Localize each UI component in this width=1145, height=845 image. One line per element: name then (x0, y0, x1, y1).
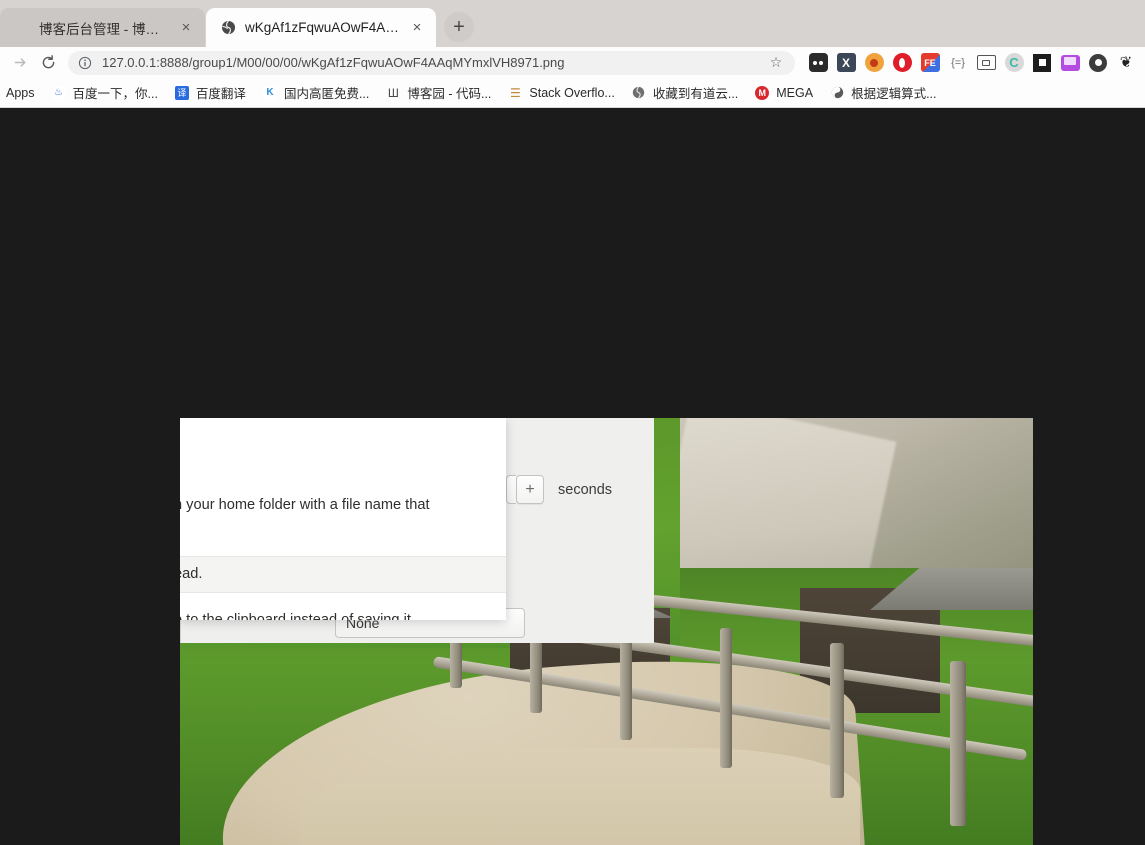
delay-spinner-field[interactable] (506, 475, 516, 504)
stackoverflow-icon: ☰ (510, 85, 521, 100)
forward-arrow-icon[interactable] (6, 49, 34, 77)
screen-capture-icon[interactable] (973, 50, 999, 76)
purple-window-icon[interactable] (1057, 50, 1083, 76)
tab-strip: 博客后台管理 - 博客园 × wKgAf1zFqwuAOwF4AA… × + (0, 0, 1145, 47)
bookmark-item-3[interactable]: K 国内高匿免费... (255, 81, 376, 105)
screenshot-help-popover: n your home folder with a file name that… (180, 418, 506, 620)
bookmark-item-5[interactable]: ☰ Stack Overflo... (500, 81, 621, 105)
help-line-0: n your home folder with a file name that (180, 497, 430, 513)
square-record-icon[interactable] (1029, 50, 1055, 76)
bookmark-label-3: 国内高匿免费... (283, 87, 370, 101)
code-braces-icon[interactable]: {=} (945, 50, 971, 76)
browser-tab-0[interactable]: 博客后台管理 - 博客园 × (0, 8, 205, 47)
browser-tab-1[interactable]: wKgAf1zFqwuAOwF4AA… × (206, 8, 436, 47)
tampermonkey-icon[interactable] (805, 50, 831, 76)
bookmark-star-icon[interactable]: ☆ (767, 54, 785, 71)
bookmark-label-6: 收藏到有道云... (652, 87, 739, 101)
bookmark-item-1[interactable]: ♨ 百度一下，你... (44, 81, 165, 105)
screenshot-image: + seconds None n your home folder with a… (180, 418, 1033, 845)
browser-toolbar: 127.0.0.1:8888/group1/M00/00/00/wKgAf1zF… (0, 47, 1145, 78)
c-extension-icon[interactable]: C (1001, 50, 1027, 76)
help-line-1: ead. (180, 566, 203, 582)
help-selected-row[interactable] (180, 556, 506, 593)
kuaidaili-icon: K (262, 85, 278, 101)
tab-title-0: 博客后台管理 - 博客园 (39, 21, 169, 37)
bookmark-item-4[interactable]: Ш 博客园 - 代码... (378, 81, 498, 105)
fanyi-icon: 译 (174, 85, 190, 101)
fence-post-5 (830, 643, 844, 798)
delay-increment-button[interactable]: + (516, 475, 544, 504)
bookmark-item-6[interactable]: 收藏到有道云... (624, 81, 745, 105)
tab-favicon-0 (14, 19, 31, 36)
fe-extension-icon[interactable]: FE (917, 50, 943, 76)
bookmark-label-1: 百度一下，你... (72, 87, 158, 101)
fence-post-6 (950, 661, 966, 826)
seconds-label: seconds (558, 481, 613, 498)
cnblogs-icon: Ш (387, 85, 399, 100)
taiji-icon (829, 85, 845, 101)
browser-window: 博客后台管理 - 博客园 × wKgAf1zFqwuAOwF4AA… × + 1… (0, 0, 1145, 845)
globe-icon (220, 19, 237, 36)
address-bar[interactable]: 127.0.0.1:8888/group1/M00/00/00/wKgAf1zF… (68, 50, 795, 75)
bookmark-label-2: 百度翻译 (195, 87, 246, 101)
mega-icon: M (754, 85, 770, 101)
delay-spinner-row: + seconds (506, 475, 612, 504)
bookmarks-bar: Apps ♨ 百度一下，你... 译 百度翻译 K 国内高匿免费... Ш 博客… (0, 78, 1145, 108)
bookmark-item-8[interactable]: 根据逻辑算式... (822, 81, 943, 105)
bookmark-label-7: MEGA (776, 85, 814, 100)
opera-red-icon[interactable] (889, 50, 915, 76)
reload-icon[interactable] (34, 49, 62, 77)
eye-extension-icon[interactable] (861, 50, 887, 76)
bookmark-label-5: Stack Overflo... (529, 85, 615, 100)
x-extension-icon[interactable]: X (833, 50, 859, 76)
tab-close-icon-0[interactable]: × (177, 19, 195, 37)
fence-post-4 (720, 628, 732, 768)
tab-title-1: wKgAf1zFqwuAOwF4AA… (245, 20, 400, 35)
help-line-2: e to the clipboard instead of saving it (180, 612, 411, 620)
extension-icons: X FE {=} C ❦ (801, 50, 1139, 76)
bookmark-label-8: 根据逻辑算式... (851, 87, 937, 101)
url-text: 127.0.0.1:8888/group1/M00/00/00/wKgAf1zF… (102, 55, 565, 70)
new-tab-button[interactable]: + (444, 12, 474, 42)
page-info-icon[interactable] (78, 56, 94, 70)
bookmark-item-7[interactable]: M MEGA (747, 81, 820, 105)
bookmark-item-0[interactable]: Apps (4, 81, 42, 105)
page-viewport: + seconds None n your home folder with a… (0, 110, 1145, 845)
bookmark-item-2[interactable]: 译 百度翻译 (167, 81, 253, 105)
paw-extension-icon[interactable]: ❦ (1113, 50, 1139, 76)
baidu-paw-icon: ♨ (51, 85, 67, 101)
clock-extension-icon[interactable] (1085, 50, 1111, 76)
youdao-cloud-icon (631, 85, 647, 101)
tab-close-icon-1[interactable]: × (408, 19, 426, 37)
bookmark-label-4: 博客园 - 代码... (407, 87, 492, 101)
bookmark-label-0: Apps (6, 85, 35, 100)
